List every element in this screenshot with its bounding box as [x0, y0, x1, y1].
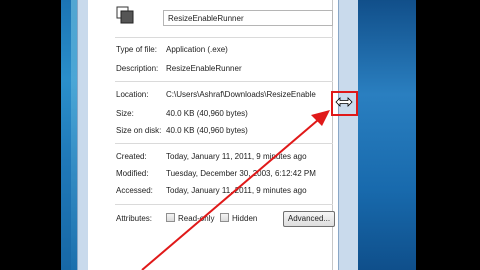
- desktop-background-right: [358, 0, 416, 270]
- right-letterbox: [416, 0, 480, 270]
- divider: [115, 204, 333, 205]
- location-value: C:\Users\Ashraf\Downloads\ResizeEnable: [166, 90, 316, 99]
- general-tab-panel: ResizeEnableRunner Type of file: Applica…: [99, 0, 335, 270]
- description-label: Description:: [116, 64, 159, 73]
- file-name-field[interactable]: ResizeEnableRunner: [163, 10, 333, 26]
- divider: [115, 81, 333, 82]
- location-label: Location:: [116, 90, 149, 99]
- size-on-disk-label: Size on disk:: [116, 126, 162, 135]
- size-value: 40.0 KB (40,960 bytes): [166, 109, 248, 118]
- description-value: ResizeEnableRunner: [166, 64, 242, 73]
- hidden-label: Hidden: [232, 214, 258, 223]
- type-label: Type of file:: [116, 45, 157, 54]
- accessed-value: Today, January 11, 2011, 9 minutes ago: [166, 186, 307, 195]
- left-letterbox: [0, 0, 61, 270]
- properties-dialog: ResizeEnableRunner Type of file: Applica…: [88, 0, 338, 270]
- read-only-checkbox[interactable]: [166, 213, 175, 222]
- file-name-value: ResizeEnableRunner: [168, 14, 244, 23]
- accessed-label: Accessed:: [116, 186, 153, 195]
- resize-horizontal-cursor-icon: [335, 97, 353, 107]
- hidden-checkbox[interactable]: [220, 213, 229, 222]
- attributes-label: Attributes:: [116, 214, 153, 223]
- created-label: Created:: [116, 152, 147, 161]
- window-resize-edge[interactable]: [338, 0, 359, 270]
- modified-label: Modified:: [116, 169, 149, 178]
- read-only-label: Read-only: [178, 214, 215, 223]
- size-on-disk-value: 40.0 KB (40,960 bytes): [166, 126, 248, 135]
- created-value: Today, January 11, 2011, 9 minutes ago: [166, 152, 307, 161]
- divider: [115, 37, 333, 38]
- type-value: Application (.exe): [166, 45, 228, 54]
- advanced-button[interactable]: Advanced...: [283, 211, 335, 227]
- size-label: Size:: [116, 109, 134, 118]
- divider: [115, 143, 333, 144]
- application-file-icon: [116, 6, 134, 24]
- modified-value: Tuesday, December 30, 2003, 6:12:42 PM: [166, 169, 316, 178]
